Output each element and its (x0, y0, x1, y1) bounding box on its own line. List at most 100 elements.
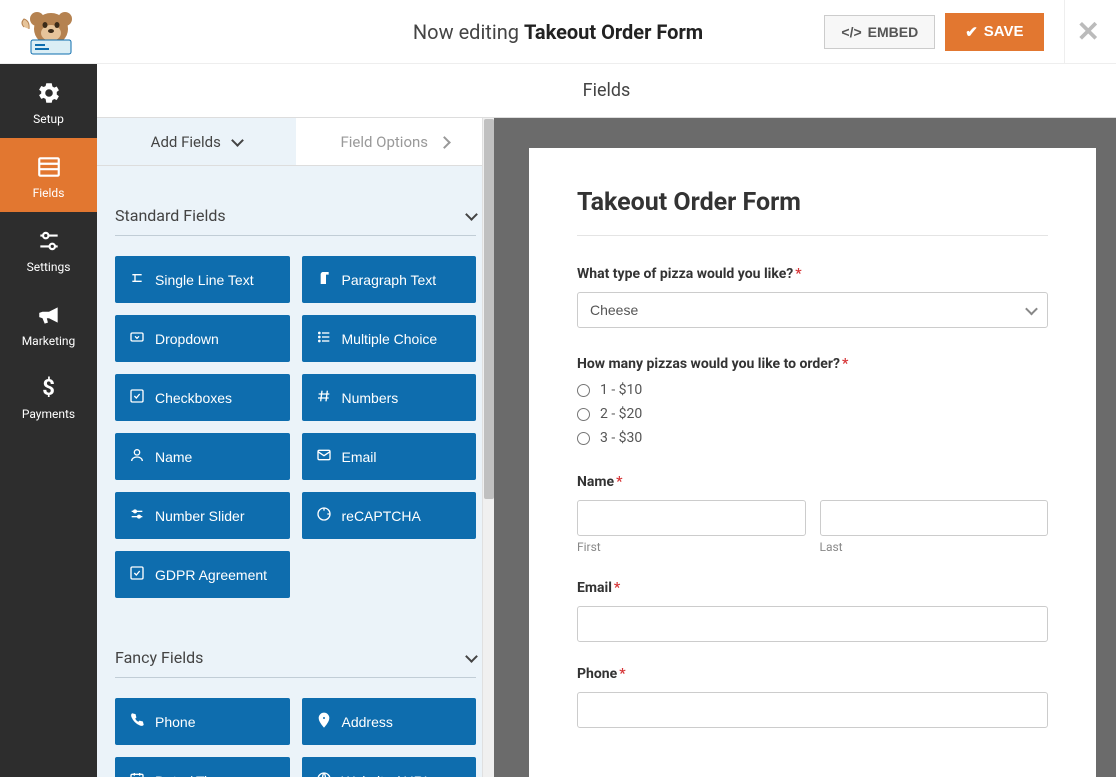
first-sublabel: First (577, 540, 806, 554)
field-paragraph-text[interactable]: Paragraph Text (302, 256, 477, 303)
tab-field-options[interactable]: Field Options (296, 118, 495, 165)
field-single-line-text[interactable]: Single Line Text (115, 256, 290, 303)
field-label: Numbers (342, 390, 399, 406)
nav-marketing[interactable]: Marketing (0, 286, 97, 360)
field-label: reCAPTCHA (342, 508, 421, 524)
nav-label: Marketing (22, 334, 76, 348)
check-icon: ✔ (965, 23, 978, 41)
tab-add-fields[interactable]: Add Fields (97, 118, 296, 165)
field-email[interactable]: Email (302, 433, 477, 480)
radio-option-0[interactable]: 1 - $10 (577, 382, 1048, 398)
section-fancy-fields[interactable]: Fancy Fields (115, 638, 476, 678)
field-label: Website / URL (342, 773, 432, 777)
nav-label: Fields (33, 186, 65, 200)
chevron-down-icon (461, 206, 476, 225)
field-number-slider[interactable]: Number Slider (115, 492, 290, 539)
field-recaptcha[interactable]: reCAPTCHA (302, 492, 477, 539)
last-name-input[interactable] (820, 500, 1049, 536)
nav-fields[interactable]: Fields (0, 138, 97, 212)
pizza-type-select[interactable]: Cheese (577, 292, 1048, 328)
checkboxes-icon (129, 388, 145, 407)
field-label-email: Email* (577, 580, 1048, 596)
radio-label: 2 - $20 (600, 406, 642, 422)
chevron-down-icon (461, 648, 476, 667)
field-name[interactable]: Name (115, 433, 290, 480)
date-time-icon (129, 771, 145, 777)
content-header: Fields (97, 64, 1116, 118)
field-label-phone: Phone* (577, 666, 1048, 682)
dropdown-icon (129, 329, 145, 348)
radio-input[interactable] (577, 384, 590, 397)
preview-area: Takeout Order Form What type of pizza wo… (494, 118, 1116, 777)
phone-icon (129, 712, 145, 731)
paragraph-text-icon (316, 270, 332, 289)
close-button[interactable]: ✕ (1064, 0, 1100, 64)
radio-input[interactable] (577, 408, 590, 421)
field-gdpr-agreement[interactable]: GDPR Agreement (115, 551, 290, 598)
numbers-icon (316, 388, 332, 407)
multiple-choice-icon (316, 329, 332, 348)
field-date-time[interactable]: Date / Time (115, 757, 290, 777)
nav-payments[interactable]: $ Payments (0, 360, 97, 433)
form-title: Takeout Order Form (577, 188, 1048, 217)
email-input[interactable] (577, 606, 1048, 642)
address-icon (316, 712, 332, 731)
field-label: Email (342, 449, 377, 465)
name-icon (129, 447, 145, 466)
section-standard-fields[interactable]: Standard Fields (115, 196, 476, 236)
field-label: Multiple Choice (342, 331, 438, 347)
website-url-icon (316, 771, 332, 777)
recaptcha-icon (316, 506, 332, 525)
field-label: Dropdown (155, 331, 219, 347)
page-title: Now editing Takeout Order Form (413, 20, 703, 44)
number-slider-icon (129, 506, 145, 525)
first-name-input[interactable] (577, 500, 806, 536)
nav-settings[interactable]: Settings (0, 212, 97, 286)
gear-icon (36, 80, 62, 106)
embed-button[interactable]: </> EMBED (824, 15, 935, 49)
field-label-name: Name* (577, 474, 1048, 490)
nav-label: Settings (27, 260, 71, 274)
nav-label: Payments (22, 407, 75, 421)
field-website-url[interactable]: Website / URL (302, 757, 477, 777)
scrollbar[interactable] (482, 118, 494, 777)
field-numbers[interactable]: Numbers (302, 374, 477, 421)
save-button[interactable]: ✔ SAVE (945, 13, 1043, 51)
sliders-icon (36, 228, 62, 254)
radio-label: 3 - $30 (600, 430, 642, 446)
code-icon: </> (841, 24, 861, 40)
form-canvas: Takeout Order Form What type of pizza wo… (529, 148, 1096, 777)
field-label-pizza-type: What type of pizza would you like?* (577, 266, 1048, 282)
nav-label: Setup (33, 112, 64, 126)
field-checkboxes[interactable]: Checkboxes (115, 374, 290, 421)
field-phone[interactable]: Phone (115, 698, 290, 745)
list-icon (36, 154, 62, 180)
chevron-right-icon (434, 133, 449, 151)
dollar-icon: $ (0, 376, 97, 401)
email-icon (316, 447, 332, 466)
field-label: Checkboxes (155, 390, 232, 406)
gdpr-agreement-icon (129, 565, 145, 584)
field-label: Single Line Text (155, 272, 254, 288)
nav-setup[interactable]: Setup (0, 64, 97, 138)
logo (16, 7, 86, 57)
field-label: Paragraph Text (342, 272, 437, 288)
field-address[interactable]: Address (302, 698, 477, 745)
field-label-pizza-qty: How many pizzas would you like to order?… (577, 356, 1048, 372)
field-dropdown[interactable]: Dropdown (115, 315, 290, 362)
radio-label: 1 - $10 (600, 382, 642, 398)
radio-option-2[interactable]: 3 - $30 (577, 430, 1048, 446)
single-line-text-icon (129, 270, 145, 289)
chevron-down-icon (227, 133, 242, 151)
field-label: Name (155, 449, 192, 465)
bullhorn-icon (36, 302, 62, 328)
radio-option-1[interactable]: 2 - $20 (577, 406, 1048, 422)
field-label: Phone (155, 714, 195, 730)
field-label: GDPR Agreement (155, 567, 267, 583)
last-sublabel: Last (820, 540, 1049, 554)
fields-panel: Add Fields Field Options Standard Fields… (97, 118, 494, 777)
phone-input[interactable] (577, 692, 1048, 728)
radio-input[interactable] (577, 432, 590, 445)
left-nav: Setup Fields Settings Marketing $ Paymen… (0, 64, 97, 777)
field-multiple-choice[interactable]: Multiple Choice (302, 315, 477, 362)
